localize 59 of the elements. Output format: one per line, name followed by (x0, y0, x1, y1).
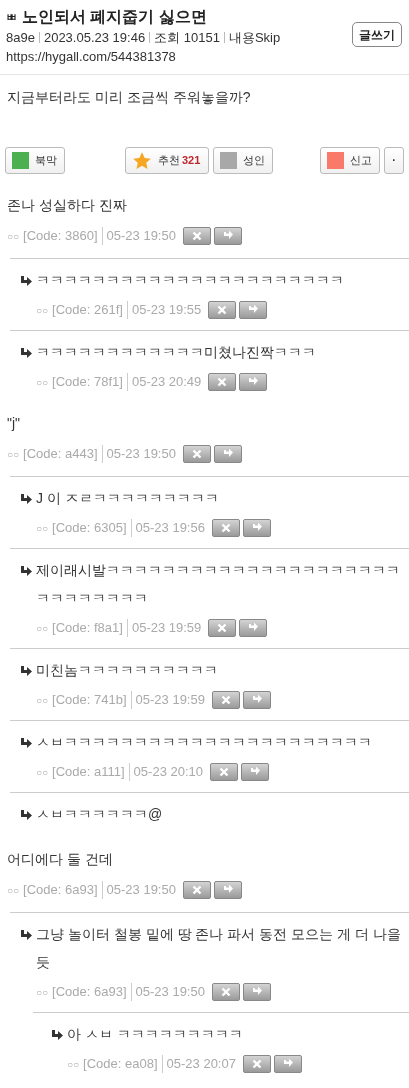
comment-time: 05-23 19:55 (131, 301, 202, 320)
comment-time: 05-23 20:49 (131, 373, 202, 392)
comment-time: 05-23 19:50 (106, 227, 176, 246)
comment-code: [Code: a443] (23, 445, 98, 464)
comment-code: [Code: 3860] (23, 227, 98, 246)
comment-time: 05-23 19:50 (135, 983, 205, 1002)
nickname: ○○ (36, 985, 49, 1000)
nickname: ○○ (7, 883, 20, 898)
board-mark: ㅃ (6, 9, 17, 25)
nickname: ○○ (67, 1057, 80, 1072)
nickname: ○○ (36, 765, 49, 780)
comment-time: 05-23 19:50 (106, 445, 176, 464)
nickname: ○○ (36, 521, 49, 536)
post-title: 노인되서 폐지줍기 싫으면 (22, 7, 207, 27)
comment-code: [Code: 261f] (52, 301, 123, 320)
comment-code: [Code: 741b] (52, 691, 127, 710)
skip-link[interactable]: 내용Skip (228, 28, 281, 47)
more-button[interactable]: · (384, 147, 404, 174)
comment-text: 존나 성실하다 진짜 (7, 196, 128, 214)
post-body: 지금부터라도 미리 조금씩 주워놓을까? (6, 88, 252, 107)
write-button[interactable]: 글쓰기 (352, 22, 402, 47)
comment-code: [Code: ea08] (83, 1055, 158, 1074)
bookmark-button[interactable]: 북막 (5, 147, 65, 174)
nickname: ○○ (36, 693, 49, 708)
comment-time: 05-23 19:59 (131, 619, 202, 638)
post-meta: 8a9e (6, 29, 35, 47)
comment-text: 어디에다 둘 건데 (7, 850, 114, 868)
comment-text: ㅅㅂㅋㅋㅋㅋㅋㅋㅋㅋㅋㅋㅋㅋㅋㅋㅋㅋㅋㅋㅋㅋㅋㅋ (36, 733, 373, 752)
comment-code: [Code: 78f1] (52, 373, 123, 392)
post-url[interactable]: https://hygall.com/544381378 (6, 47, 281, 66)
comment-text: 미친놈ㅋㅋㅋㅋㅋㅋㅋㅋㅋㅋ (36, 661, 219, 680)
adult-button[interactable]: 성인 (213, 147, 273, 174)
comment-code: [Code: 6a93] (23, 881, 98, 900)
comment-time: 05-23 20:07 (166, 1055, 236, 1074)
nickname: ○○ (36, 303, 49, 318)
recommend-button[interactable]: 추천 321 (125, 147, 209, 174)
comment-text: "j" (7, 414, 22, 432)
post-meta: 2023.05.23 19:46 (43, 29, 146, 47)
comment-text: ㅋㅋㅋㅋㅋㅋㅋㅋㅋㅋㅋㅋ미쳤나진짝ㅋㅋㅋ (36, 343, 317, 362)
report-button[interactable]: 신고 (320, 147, 380, 174)
comment-text: J 이 ㅈㄹㅋㅋㅋㅋㅋㅋㅋㅋㅋ (36, 489, 220, 508)
comment-time: 05-23 20:10 (133, 763, 203, 782)
post-meta: 조회 10151 (154, 29, 220, 47)
comment-text: ㅅㅂㅋㅋㅋㅋㅋㅋ@ (36, 805, 164, 824)
comment-text: 제이래시발ㅋㅋㅋㅋㅋㅋㅋㅋㅋㅋㅋㅋㅋㅋㅋㅋㅋㅋㅋㅋㅋㅋㅋㅋㅋㅋㅋㅋㅋ (36, 561, 401, 608)
comment-time: 05-23 19:50 (106, 881, 176, 900)
comment-code: [Code: f8a1] (52, 619, 123, 638)
comment-code: [Code: a111] (52, 763, 125, 782)
comment-text: ㅋㅋㅋㅋㅋㅋㅋㅋㅋㅋㅋㅋㅋㅋㅋㅋㅋㅋㅋㅋㅋㅋ (36, 271, 345, 290)
nickname: ○○ (7, 229, 20, 244)
comment-text: 그냥 놀이터 철봉 밑에 땅 존나 파서 동전 모으는 게 더 나을 듯 (36, 925, 402, 972)
comment-time: 05-23 19:56 (135, 519, 205, 538)
nickname: ○○ (36, 375, 49, 390)
comment-text: 아 ㅅㅂ ㅋㅋㅋㅋㅋㅋㅋㅋㅋ (67, 1025, 244, 1044)
comment-code: [Code: 6a93] (52, 983, 127, 1002)
nickname: ○○ (7, 447, 20, 462)
comment-time: 05-23 19:59 (135, 691, 205, 710)
nickname: ○○ (36, 621, 49, 636)
comment-code: [Code: 6305] (52, 519, 127, 538)
